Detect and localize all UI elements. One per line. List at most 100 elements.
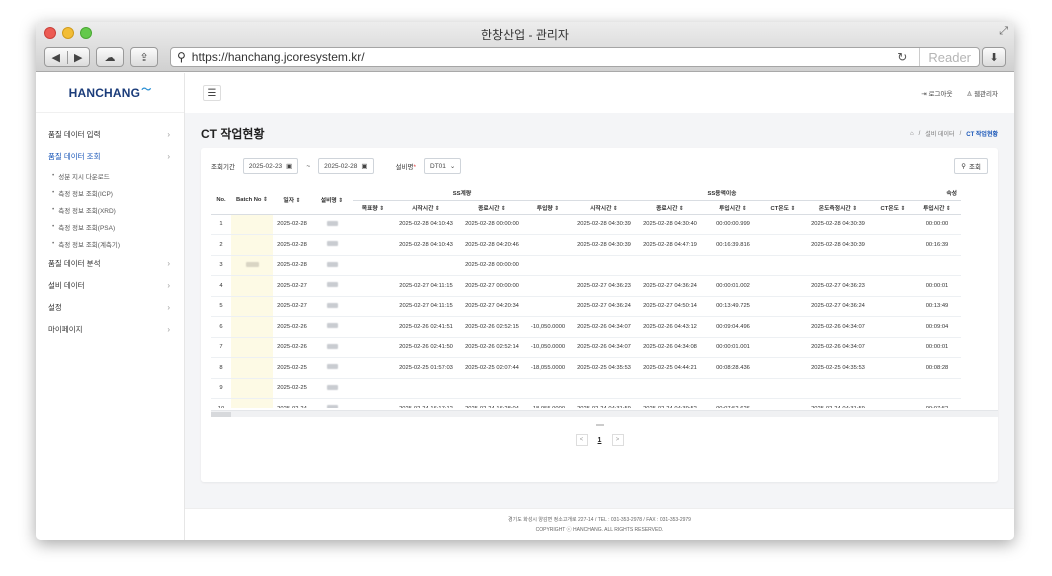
icloud-tabs-icon[interactable]: ☁ (96, 47, 124, 67)
cell-no: 7 (211, 337, 231, 358)
header-equipment[interactable]: 설비명 ⇕ (311, 186, 353, 215)
header-start1[interactable]: 시작시간 ⇕ (393, 200, 459, 215)
home-icon[interactable]: ⌂ (910, 131, 914, 137)
cell-duration2: 00:00:00.999 (703, 214, 763, 235)
header-start2[interactable]: 시작시간 ⇕ (571, 200, 637, 215)
footer: 경기도 화성시 양감면 정소고개로 227-14 / TEL : 031-353… (185, 508, 1014, 540)
logout-label: 로그아웃 (928, 91, 953, 98)
downloads-icon[interactable]: ⬇ (982, 47, 1006, 67)
logo[interactable]: HANCHANG 〜 (36, 73, 184, 113)
cell-temp-time: 2025-02-28 04:30:39 (803, 234, 873, 256)
cell-no: 1 (211, 214, 231, 235)
cell-equipment (311, 357, 353, 379)
table-row[interactable]: 7 2025-02-26 2025-02-26 02:41:50 2025-02-26… (211, 337, 961, 358)
header-duration-aging[interactable]: 투입시간 ⇕ (913, 200, 961, 215)
sidebar-item-equipment-data[interactable]: 설비 데이터 › (36, 274, 184, 296)
cell-batch (231, 378, 273, 399)
sort-icon: ⇕ (679, 205, 684, 212)
cell-no: 6 (211, 316, 231, 338)
sidebar-item-quality-input[interactable]: 품질 데이터 입력 › (36, 123, 184, 145)
table-row[interactable]: 2 2025-02-28 2025-02-28 04:10:43 2025-02-28… (211, 234, 961, 256)
redacted-equipment (326, 405, 338, 408)
header-end2[interactable]: 종료시간 ⇕ (637, 200, 703, 215)
table-row[interactable]: 6 2025-02-26 2025-02-26 02:41:51 2025-02-26… (211, 316, 961, 338)
header-temp-time[interactable]: 온도측정시간 ⇕ (803, 200, 873, 215)
table-container[interactable]: No. Batch No ⇕ 일자 ⇕ 설비명 ⇕ SS계량 SS용액이송 숙성… (211, 186, 998, 408)
search-button[interactable]: ⚲ 조회 (954, 158, 988, 174)
cell-temp-time: 2025-02-26 04:34:07 (803, 316, 873, 338)
user-link[interactable]: ♙ 웹관리자 (966, 88, 998, 98)
submenu-item-icp[interactable]: 측정 정보 조회(ICP) (36, 184, 184, 201)
header-ct-temp[interactable]: CT온도 ⇕ (763, 200, 803, 215)
breadcrumb-parent[interactable]: 설비 데이터 (925, 129, 954, 138)
sidebar-item-label: 설정 (48, 302, 62, 312)
share-icon[interactable]: ⇪ (130, 47, 158, 67)
header-date[interactable]: 일자 ⇕ (273, 186, 311, 215)
cell-ct-temp-aging (873, 398, 913, 408)
forward-icon[interactable]: ▶ (66, 50, 90, 64)
table-row[interactable]: 8 2025-02-25 2025-02-25 01:57:03 2025-02-25… (211, 357, 961, 379)
sidebar-item-label: 설비 데이터 (48, 280, 85, 290)
cell-end1 (459, 378, 525, 399)
page-1-button[interactable]: 1 (594, 434, 606, 446)
logout-link[interactable]: ⇥ 로그아웃 (921, 88, 952, 98)
prev-page-button[interactable]: < (575, 434, 588, 446)
header-batch[interactable]: Batch No ⇕ (231, 186, 273, 215)
back-icon[interactable]: ◀ (45, 51, 67, 64)
fullscreen-icon[interactable]: ⤢ (999, 25, 1008, 38)
chevron-right-icon: › (167, 302, 170, 312)
cell-input (525, 275, 571, 297)
table-body: 1 2025-02-28 2025-02-28 04:10:43 2025-02-28… (211, 214, 961, 408)
header-group-ss-transfer: SS용액이송 (571, 186, 873, 201)
cell-batch (231, 234, 273, 256)
sort-icon: ⇕ (295, 198, 301, 205)
reader-button[interactable]: Reader (919, 48, 979, 66)
submenu-item-psa[interactable]: 측정 정보 조회(PSA) (36, 218, 184, 235)
cell-ct-temp (763, 337, 803, 358)
next-page-button[interactable]: > (611, 434, 624, 446)
cell-duration2: 00:07:52.626 (703, 398, 763, 408)
header-duration2[interactable]: 투입시간 ⇕ (703, 200, 763, 215)
cell-ct-temp (763, 296, 803, 317)
table-row[interactable]: 5 2025-02-27 2025-02-27 04:11:15 2025-02-27… (211, 296, 961, 317)
table-row[interactable]: 102025-02-242025-02-24 16:17:122025-02-2… (211, 398, 961, 408)
address-bar[interactable]: ⚲ https://hanchang.jcoresystem.kr/ ↻ Rea… (170, 47, 980, 67)
hamburger-menu-icon[interactable]: ☰ (203, 85, 221, 101)
date-to-input[interactable]: 2025-02-28 ▣ (318, 158, 374, 174)
nav-buttons: ◀ ▶ (44, 47, 90, 67)
header-date-label: 일자 (283, 198, 295, 205)
logo-text: HANCHANG (68, 85, 141, 100)
cell-temp-time (803, 378, 873, 399)
app-shell: HANCHANG〜 품질 데이터 입력 › 품질 데이터 조회 › 성분 지시 다운… (36, 73, 1014, 540)
submenu-item-download[interactable]: 성분 지시 다운로드 (36, 167, 184, 184)
sidebar-item-mypage[interactable]: 마이페이지 › (36, 318, 184, 340)
horizontal-scrollbar[interactable] (211, 410, 998, 417)
header-end1[interactable]: 종료시간 ⇕ (459, 200, 525, 215)
table-row[interactable]: 3 2025-02-28 2025-02-28 00:00:00 (211, 255, 961, 276)
cell-temp-time: 2025-02-24 04:31:59 (803, 398, 873, 408)
table-row[interactable]: 1 2025-02-28 2025-02-28 04:10:43 2025-02-28… (211, 214, 961, 235)
scrollbar-thumb[interactable] (211, 412, 231, 417)
header-ct-temp-aging[interactable]: CT온도 ⇕ (873, 200, 913, 215)
reload-icon[interactable]: ↻ (897, 50, 907, 64)
table-row[interactable]: 4 2025-02-27 2025-02-27 04:11:15 2025-02-27… (211, 275, 961, 297)
redacted-equipment (326, 302, 338, 308)
cell-duration2 (703, 255, 763, 276)
cell-ct-temp-aging (873, 316, 913, 338)
user-icon: ♙ (966, 91, 975, 98)
cell-no: 9 (211, 378, 231, 399)
submenu-item-instrument[interactable]: 측정 정보 조회(계측기) (36, 235, 184, 252)
cell-duration-aging: 00:00:01 (913, 275, 961, 297)
pager-divider (595, 424, 604, 426)
sidebar-item-quality-analysis[interactable]: 품질 데이터 분석 › (36, 252, 184, 274)
submenu-item-xrd[interactable]: 측정 정보 조회(XRD) (36, 201, 184, 218)
header-end1-label: 종료시간 (478, 205, 500, 212)
date-from-input[interactable]: 2025-02-23 ▣ (242, 158, 299, 174)
sidebar-item-settings[interactable]: 설정 › (36, 296, 184, 318)
sidebar-item-quality-view[interactable]: 품질 데이터 조회 › (36, 145, 184, 167)
table-row[interactable]: 9 2025-02-25 (211, 378, 961, 399)
breadcrumb-separator: / (918, 130, 921, 137)
header-target[interactable]: 목표량 ⇕ (353, 200, 393, 215)
header-input[interactable]: 투입량 ⇕ (525, 200, 571, 215)
equipment-select[interactable]: DT01 ⌄ (424, 158, 462, 174)
